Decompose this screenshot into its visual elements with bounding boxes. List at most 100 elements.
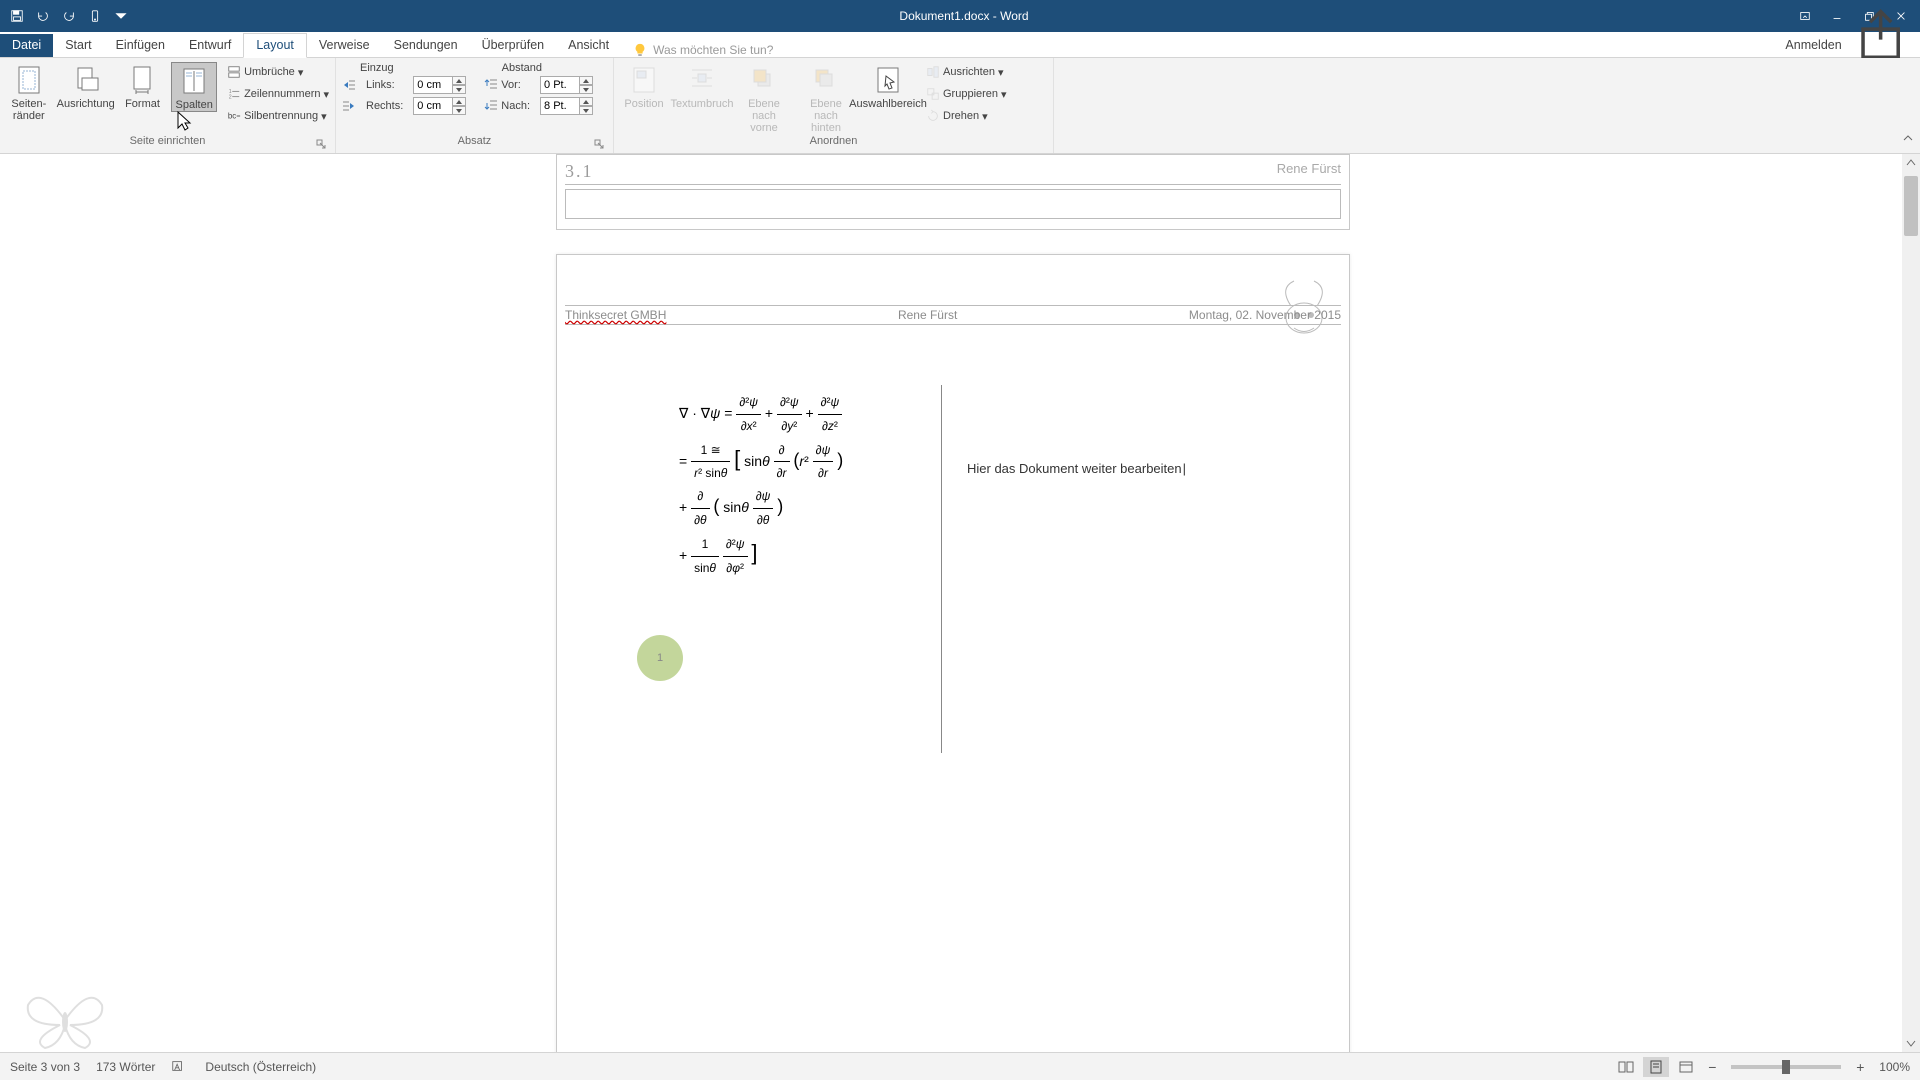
group-icon [926,87,940,101]
zoom-slider[interactable] [1731,1065,1841,1069]
spin-down-icon[interactable] [452,85,466,94]
page-body[interactable]: ∇ · ∇ψ = ∂²ψ∂x² + ∂²ψ∂y² + ∂²ψ∂z² = 1 ≅r… [617,385,1289,1052]
position-icon [628,64,660,96]
textumbruch-button: Textumbruch [674,62,730,110]
ausrichten-button: Ausrichten ▾ [926,62,1007,82]
zoom-level[interactable]: 100% [1879,1060,1910,1074]
indent-left-input[interactable] [413,76,466,94]
dialog-launcher-absatz[interactable] [593,139,605,151]
status-page[interactable]: Seite 3 von 3 [10,1060,80,1074]
signin-link[interactable]: Anmelden [1785,38,1841,52]
hyphenation-icon: bc [227,109,241,123]
seitenraender-button[interactable]: Seiten- ränder [6,62,52,122]
ebene-hinten-button: Ebene nach hinten [798,62,854,134]
send-backward-icon [810,64,842,96]
minimize-icon[interactable] [1822,5,1852,27]
status-proofing[interactable] [171,1059,189,1074]
scroll-up-icon[interactable] [1902,154,1920,172]
lightbulb-icon [633,43,647,57]
tell-me-input[interactable]: Was möchten Sie tun? [633,43,773,57]
position-button: Position [620,62,668,110]
indent-left-icon [342,78,356,92]
ausrichtung-button[interactable]: Ausrichtung [58,62,114,110]
equation-block: ∇ · ∇ψ = ∂²ψ∂x² + ∂²ψ∂y² + ∂²ψ∂z² = 1 ≅r… [617,385,1289,579]
save-icon[interactable] [6,5,28,27]
space-after-input[interactable] [540,97,593,115]
spalten-button[interactable]: Spalten [171,62,217,112]
tab-sendungen[interactable]: Sendungen [382,34,470,57]
format-button[interactable]: Format [120,62,166,110]
orientation-icon [70,64,102,96]
status-words[interactable]: 173 Wörter [96,1060,155,1074]
prev-author: Rene Fürst [1277,161,1341,182]
space-before-input[interactable] [540,76,593,94]
tab-start[interactable]: Start [53,34,103,57]
view-print-layout[interactable] [1643,1057,1669,1077]
page-header: Thinksecret GMBH Rene Fürst Montag, 02. … [565,305,1341,325]
tab-verweise[interactable]: Verweise [307,34,382,57]
tab-entwurf[interactable]: Entwurf [177,34,243,57]
page-number-marker: 1 [637,635,683,681]
tab-einfuegen[interactable]: Einfügen [104,34,177,57]
margins-icon [13,64,45,96]
prev-section-number: 3.1 [565,161,594,182]
svg-text:bc: bc [228,112,236,121]
undo-icon[interactable] [32,5,54,27]
tab-datei[interactable]: Datei [0,34,53,57]
spin-up-icon[interactable] [452,76,466,85]
status-language[interactable]: Deutsch (Österreich) [205,1060,316,1074]
columns-icon [178,65,210,97]
column-2-text[interactable]: Hier das Dokument weiter bearbeiten [967,461,1186,476]
column-separator [941,385,942,753]
space-after-icon [484,99,498,113]
dialog-launcher-seite[interactable] [315,139,327,151]
touch-mode-icon[interactable] [84,5,106,27]
breaks-icon [227,65,241,79]
group-anordnen: Position Textumbruch Ebene nach vorne Eb… [614,58,1054,153]
zeilennummern-button[interactable]: 12Zeilennummern ▾ [227,84,329,104]
previous-page-tail: 3.1 Rene Fürst [556,154,1350,230]
view-web-layout[interactable] [1673,1057,1699,1077]
proofing-icon [171,1059,185,1073]
page[interactable]: Thinksecret GMBH Rene Fürst Montag, 02. … [556,254,1350,1052]
prev-footer-box [565,189,1341,219]
drehen-button: Drehen ▾ [926,106,1007,126]
share-icon [1856,8,1912,64]
line-numbers-icon: 12 [227,87,241,101]
tab-ansicht[interactable]: Ansicht [556,34,621,57]
document-area[interactable]: 3.1 Rene Fürst Thinksecret GMBH Rene Für… [0,154,1920,1052]
ribbon-tabs: Datei Start Einfügen Entwurf Layout Verw… [0,32,1920,58]
selection-pane-icon [872,64,904,96]
indent-right-icon [342,99,356,113]
group-seite-einrichten: Seiten- ränder Ausrichtung Format Spalte… [0,58,336,153]
scroll-down-icon[interactable] [1902,1034,1920,1052]
title-bar: Dokument1.docx - Word [0,0,1920,32]
view-read-mode[interactable] [1613,1057,1639,1077]
bring-forward-icon [748,64,780,96]
redo-icon[interactable] [58,5,80,27]
scroll-thumb[interactable] [1904,176,1918,236]
svg-text:2: 2 [229,94,232,100]
header-company: Thinksecret GMBH [565,308,666,322]
size-icon [126,64,158,96]
silbentrennung-button[interactable]: bcSilbentrennung ▾ [227,106,329,126]
ribbon: Seiten- ränder Ausrichtung Format Spalte… [0,58,1920,154]
status-bar: Seite 3 von 3 173 Wörter Deutsch (Österr… [0,1052,1920,1080]
collapse-ribbon-icon[interactable] [1902,131,1914,149]
ebene-vorne-button: Ebene nach vorne [736,62,792,134]
group-absatz: Einzug Abstand Links: Vor: Rechts: Nach:… [336,58,614,153]
ribbon-display-icon[interactable] [1790,5,1820,27]
header-date: Montag, 02. November 2015 [1189,308,1341,322]
vertical-scrollbar[interactable] [1902,154,1920,1052]
wrap-text-icon [686,64,718,96]
zoom-out-button[interactable]: − [1703,1058,1721,1076]
umbrueche-button[interactable]: Umbrüche ▾ [227,62,329,82]
indent-right-input[interactable] [413,97,466,115]
tab-ueberpruefen[interactable]: Überprüfen [470,34,557,57]
zoom-in-button[interactable]: + [1851,1058,1869,1076]
header-author: Rene Fürst [898,308,957,322]
auswahlbereich-button[interactable]: Auswahlbereich [860,62,916,110]
qat-customize-icon[interactable] [110,5,132,27]
tab-layout[interactable]: Layout [243,33,307,58]
rotate-icon [926,109,940,123]
